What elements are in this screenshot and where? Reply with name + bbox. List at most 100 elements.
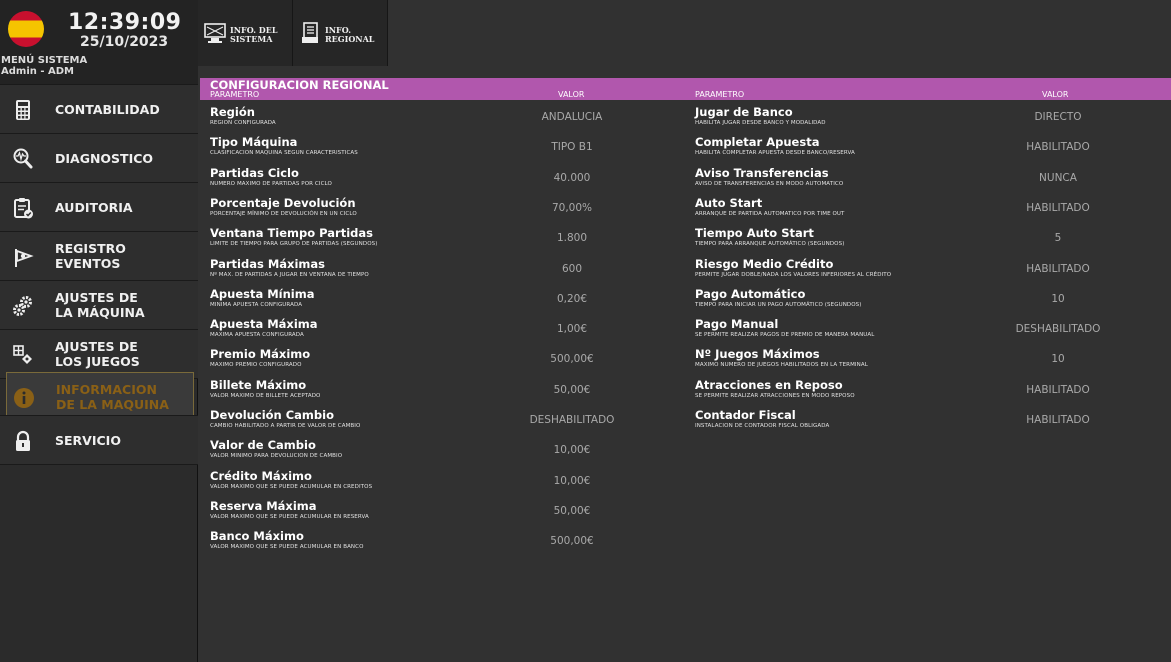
param-description: PORCENTAJE MÍNIMO DE DEVOLUCIÓN EN UN CI… — [210, 210, 357, 217]
col-header-param-left: PARAMETRO — [210, 90, 260, 99]
param-name: Aviso Transferencias — [695, 165, 829, 180]
param-row: Billete Máximo VALOR MAXIMO DE BILLETE A… — [210, 378, 670, 409]
param-row: Tiempo Auto Start TIEMPO PARA ARRANQUE A… — [695, 227, 1155, 257]
param-row: Nº Juegos Máximos MAXIMO NUMERO DE JUEGO… — [695, 348, 1155, 378]
clock-date: 25/10/2023 — [80, 34, 169, 50]
param-name: Pago Automático — [695, 286, 806, 301]
param-value: 500,00€ — [550, 353, 594, 366]
param-description: VALOR MAXIMO DE BILLETE ACEPTADO — [210, 392, 321, 399]
param-value: HABILITADO — [1026, 262, 1090, 275]
sidebar-item-label: CONTABILIDAD — [55, 101, 160, 117]
param-name: Región — [210, 105, 255, 119]
sidebar-item-contabilidad[interactable]: CONTABILIDAD — [0, 84, 198, 134]
param-description: MAXIMO PREMIO CONFIGURADO — [210, 362, 302, 369]
spain-flag-icon — [8, 11, 44, 47]
param-value: DIRECTO — [1034, 111, 1082, 123]
param-name: Completar Apuesta — [695, 135, 820, 150]
param-row: Crédito Máximo VALOR MAXIMO QUE SE PUEDE… — [210, 468, 670, 500]
param-description: CAMBIO HABILITADO A PARTIR DE VALOR DE C… — [210, 423, 361, 429]
param-row: Reserva Máxima VALOR MAXIMO QUE SE PUEDE… — [210, 498, 670, 530]
sidebar-item-label: DIAGNOSTICO — [55, 150, 154, 166]
sidebar-item-ajustes-maquina[interactable]: AJUSTES DE LA MÁQUINA — [0, 280, 198, 330]
param-name: Riesgo Medio Crédito — [695, 256, 834, 271]
param-row: Premio Máximo MAXIMO PREMIO CONFIGURADO … — [210, 348, 670, 378]
param-value: 50,00€ — [553, 504, 591, 517]
param-description: MAXIMA APUESTA CONFIGURADA — [210, 332, 304, 339]
param-name: Contador Fiscal — [695, 408, 796, 422]
param-value: NUNCA — [1039, 171, 1077, 184]
param-row: Pago Automático TIEMPO PARA INICIAR UN P… — [695, 286, 1155, 318]
param-description: VALOR MAXIMO QUE SE PUEDE ACUMULAR EN CR… — [210, 483, 373, 490]
param-description: NUMERO MAXIMO DE PARTIDAS POR CICLO — [210, 180, 332, 187]
param-row: Completar Apuesta HABILITA COMPLETAR APU… — [695, 136, 1155, 166]
param-value: ANDALUCIA — [541, 111, 603, 123]
param-value: 5 — [1054, 232, 1062, 245]
param-description: TIEMPO PARA ARRANQUE AUTOMÁTICO (SEGUNDO… — [695, 241, 845, 248]
param-name: Tiempo Auto Start — [695, 226, 814, 241]
param-value: 1,00€ — [556, 323, 588, 336]
param-name: Valor de Cambio — [210, 438, 316, 453]
section-header: CONFIGURACION REGIONAL PARAMETRO VALOR P… — [200, 78, 1171, 100]
clock-panel: 12:39:09 25/10/2023 MENÚ SISTEMA Admin -… — [0, 0, 198, 84]
param-value: 50,00€ — [553, 383, 591, 396]
param-description: SE PERMITE REALIZAR PAGOS DE PREMIO DE M… — [695, 332, 875, 339]
param-value: HABILITADO — [1026, 201, 1090, 214]
sidebar-item-label: AJUSTES DE LA MÁQUINA — [55, 290, 145, 320]
param-value: 600 — [561, 262, 583, 275]
menu-title: MENÚ SISTEMA — [1, 55, 88, 66]
param-description: TIEMPO PARA INICIAR UN PAGO AUTOMÁTICO (… — [695, 301, 862, 308]
param-description: ARRANQUE DE PARTIDA AUTOMATICO POR TIME … — [695, 210, 845, 217]
tab-info-sistema[interactable]: INFO. DEL SISTEMA — [198, 0, 293, 66]
param-name: Nº Juegos Máximos — [695, 347, 820, 362]
param-value: 1.800 — [556, 232, 588, 245]
param-name: Reserva Máxima — [210, 498, 317, 513]
param-description: Nº MAX. DE PARTIDAS A JUGAR EN VENTANA D… — [210, 271, 369, 278]
flag-log-icon — [15, 249, 34, 267]
param-value: 10 — [1051, 292, 1065, 305]
param-row: Porcentaje Devolución PORCENTAJE MÍNIMO … — [210, 196, 670, 227]
param-name: Tipo Máquina — [210, 135, 298, 150]
sidebar-item-label: SERVICIO — [55, 432, 121, 448]
param-row: Riesgo Medio Crédito PERMITE JUGAR DOBLE… — [695, 256, 1155, 288]
gears-icon — [13, 296, 32, 316]
param-description: VALOR MINIMO PARA DEVOLUCION DE CAMBIO — [210, 453, 343, 460]
param-value: 0,20€ — [556, 292, 588, 305]
sidebar-item-label: INFORMACION DE LA MAQUINA — [56, 382, 169, 412]
param-row: Devolución Cambio CAMBIO HABILITADO A PA… — [210, 409, 670, 439]
param-row: Apuesta Máxima MAXIMA APUESTA CONFIGURAD… — [210, 318, 670, 348]
system-info-icon — [204, 23, 226, 43]
param-value: HABILITADO — [1026, 383, 1090, 396]
tab-label: INFO. DEL SISTEMA — [230, 25, 278, 44]
param-value: 500,00€ — [550, 535, 594, 548]
param-name: Auto Start — [695, 195, 763, 210]
sidebar-item-auditoria[interactable]: AUDITORIA — [0, 182, 198, 232]
game-settings-icon — [13, 345, 32, 364]
param-name: Crédito Máximo — [210, 468, 312, 483]
param-description: MAXIMO NUMERO DE JUEGOS HABILITADOS EN L… — [695, 362, 868, 369]
col-header-value-right: VALOR — [1042, 90, 1069, 99]
sidebar-item-diagnostico[interactable]: DIAGNOSTICO — [0, 133, 198, 183]
param-row: Partidas Máximas Nº MAX. DE PARTIDAS A J… — [210, 256, 670, 288]
param-row: Atracciones en Reposo SE PERMITE REALIZA… — [695, 377, 1155, 409]
param-name: Pago Manual — [695, 317, 779, 332]
param-row: Auto Start ARRANQUE DE PARTIDA AUTOMATIC… — [695, 195, 1155, 227]
param-row: Banco Máximo VALOR MAXIMO QUE SE PUEDE A… — [210, 530, 670, 560]
param-name: Atracciones en Reposo — [695, 377, 843, 392]
param-name: Devolución Cambio — [210, 408, 334, 422]
param-row: Jugar de Banco HABILITA JUGAR DESDE BANC… — [695, 106, 1155, 136]
param-value: 10,00€ — [553, 444, 591, 457]
sidebar-item-label: REGISTRO EVENTOS — [55, 241, 126, 271]
sidebar-item-registro-eventos[interactable]: REGISTRO EVENTOS — [0, 231, 198, 281]
param-row: Apuesta Mínima MINIMA APUESTA CONFIGURAD… — [210, 286, 670, 318]
sidebar-item-servicio[interactable]: SERVICIO — [0, 415, 198, 465]
col-header-value-left: VALOR — [558, 90, 585, 99]
param-description: HABILITA JUGAR DESDE BANCO Y MODALIDAD — [695, 120, 826, 126]
param-value: DESHABILITADO — [1015, 323, 1101, 336]
param-row: Valor de Cambio VALOR MINIMO PARA DEVOLU… — [210, 439, 670, 469]
param-name: Partidas Máximas — [210, 256, 325, 271]
param-name: Banco Máximo — [210, 529, 304, 544]
param-description: REGION CONFIGURADA — [210, 120, 276, 126]
param-name: Apuesta Mínima — [210, 286, 315, 301]
param-row: Región REGION CONFIGURADA ANDALUCIA — [210, 106, 670, 136]
tab-info-regional[interactable]: INFO. REGIONAL — [293, 0, 388, 66]
